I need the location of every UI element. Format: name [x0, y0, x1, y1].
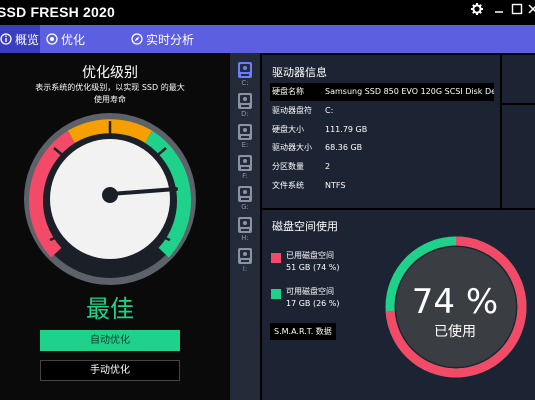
info-row-disk-name: 硬盘名称 Samsung SSD 850 EVO 120G SCSI Disk …: [270, 83, 494, 101]
auto-optimize-button[interactable]: 自动优化: [40, 330, 180, 351]
drive-label: I:: [242, 265, 248, 273]
tab-bar: 概览 优化 实时分析: [0, 25, 535, 53]
optimization-grade: 最佳: [86, 295, 134, 323]
gear-icon[interactable]: [467, 2, 487, 22]
tab-optimize-label: 优化: [61, 32, 86, 47]
tab-realtime-analysis-label: 实时分析: [146, 32, 195, 47]
drive-item[interactable]: F:: [230, 152, 260, 182]
manual-optimize-button[interactable]: 手动优化: [40, 360, 180, 381]
info-value: NTFS: [325, 181, 346, 190]
info-row-partitions: 分区数量 2: [270, 158, 494, 176]
description-line-2: 使用寿命: [94, 95, 126, 104]
drive-icon: [238, 217, 252, 233]
driver-info-panel: 驱动器信息 硬盘名称 Samsung SSD 850 EVO 120G SCSI…: [262, 55, 500, 208]
drive-icon: [238, 62, 252, 78]
drive-item[interactable]: E:: [230, 121, 260, 151]
drive-item[interactable]: D:: [230, 90, 260, 120]
drive-label: H:: [241, 234, 249, 242]
free-space-value: 17 GB (26 %): [286, 299, 340, 308]
info-key: 文件系统: [272, 181, 304, 190]
info-row-file-system: 文件系统 NTFS: [270, 177, 494, 195]
info-row-disk-size: 硬盘大小 111.79 GB: [270, 121, 494, 139]
title-bar: SSD FRESH 2020: [0, 0, 535, 25]
free-space-label: 可用磁盘空间: [286, 287, 334, 296]
close-icon[interactable]: [523, 2, 535, 22]
drive-icon: [238, 186, 252, 202]
drive-label: C:: [241, 79, 249, 87]
usage-percent-label: 已使用: [434, 324, 476, 340]
tab-overview[interactable]: 概览: [0, 25, 40, 53]
info-key: 分区数量: [272, 162, 304, 171]
compass-icon: [131, 33, 143, 45]
info-key: 硬盘名称: [272, 87, 304, 96]
drive-icon: [238, 93, 252, 109]
disk-usage-title: 磁盘空间使用: [272, 220, 338, 233]
drive-label: E:: [241, 141, 249, 149]
drive-list: C: D: E: F: G: H: I:: [230, 53, 260, 400]
drive-label: F:: [242, 172, 248, 180]
info-value: 111.79 GB: [325, 125, 368, 134]
used-space-legend: 已用磁盘空间 51 GB (74 %): [286, 250, 340, 274]
info-row-drive-size: 驱动器大小 68.36 GB: [270, 139, 494, 157]
free-legend-swatch: [271, 289, 281, 299]
drive-label: G:: [241, 203, 249, 211]
drive-icon: [238, 155, 252, 171]
side-info-panel: [502, 55, 535, 208]
drive-label: D:: [241, 110, 249, 118]
description-line-1: 表示系统的优化级别，以实现 SSD 的最大: [35, 83, 185, 92]
drive-item[interactable]: H:: [230, 214, 260, 244]
info-value: C:: [325, 106, 334, 115]
used-space-label: 已用磁盘空间: [286, 251, 334, 260]
divider: [502, 103, 535, 105]
optimization-panel: 优化级别 表示系统的优化级别，以实现 SSD 的最大 使用寿命 最佳 自动优化 …: [0, 53, 230, 400]
tab-optimize[interactable]: 优化: [46, 25, 86, 53]
info-key: 硬盘大小: [272, 125, 304, 134]
minimize-icon[interactable]: [489, 2, 509, 22]
drive-icon: [238, 248, 252, 264]
optimize-icon: [46, 33, 58, 45]
info-key: 驱动器盘符: [272, 106, 312, 115]
info-value: Samsung SSD 850 EVO 120G SCSI Disk De: [325, 87, 494, 96]
info-key: 驱动器大小: [272, 143, 312, 152]
drive-icon: [238, 124, 252, 140]
optimization-title: 优化级别: [82, 65, 138, 81]
drive-item[interactable]: I:: [230, 245, 260, 275]
info-icon: [0, 33, 12, 45]
info-value: 68.36 GB: [325, 143, 363, 152]
optimization-description: 表示系统的优化级别，以实现 SSD 的最大 使用寿命: [30, 82, 190, 106]
tab-realtime-analysis[interactable]: 实时分析: [131, 25, 201, 53]
info-value: 2: [325, 162, 331, 171]
info-row-drive-letter: 驱动器盘符 C:: [270, 102, 494, 120]
optimization-gauge: [24, 113, 196, 285]
drive-item[interactable]: C:: [230, 59, 260, 89]
smart-data-button[interactable]: S.M.A.R.T. 数据: [270, 323, 336, 340]
tab-overview-label: 概览: [15, 32, 40, 47]
used-legend-swatch: [271, 253, 281, 263]
driver-info-title: 驱动器信息: [272, 66, 327, 79]
drive-item[interactable]: G:: [230, 183, 260, 213]
usage-percent: 74 %: [411, 282, 499, 322]
used-space-value: 51 GB (74 %): [286, 263, 340, 272]
free-space-legend: 可用磁盘空间 17 GB (26 %): [286, 286, 340, 310]
app-title: SSD FRESH 2020: [0, 4, 115, 20]
gauge-hub: [102, 187, 118, 203]
